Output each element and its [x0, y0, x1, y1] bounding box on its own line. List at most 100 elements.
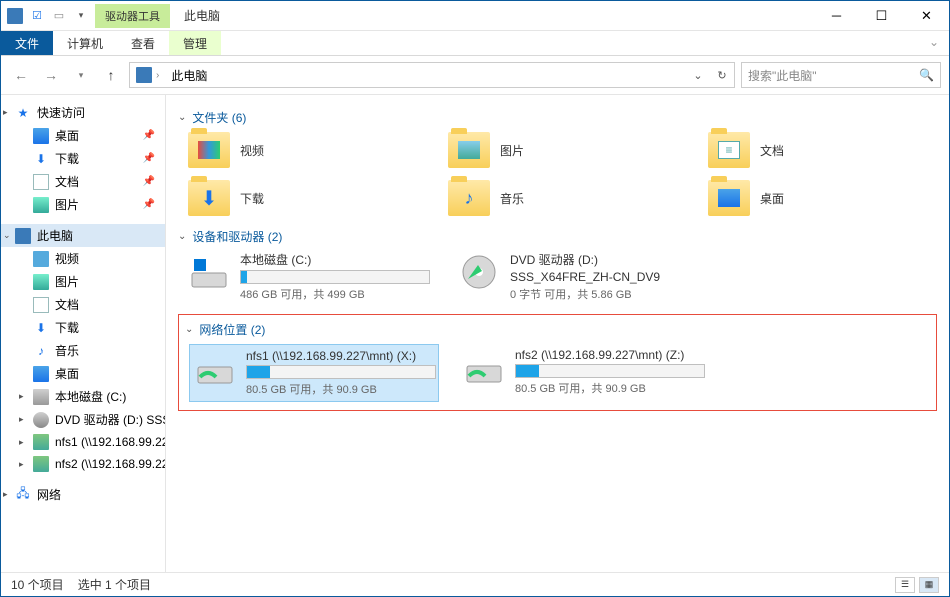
expand-ribbon-button[interactable]: ⌄: [919, 31, 949, 55]
close-button[interactable]: ✕: [904, 1, 949, 31]
storage-progress: [246, 365, 436, 379]
caret-icon[interactable]: ▸: [19, 459, 24, 470]
sidebar-item-documents[interactable]: 文档📌: [1, 170, 165, 193]
qat-newfolder-icon[interactable]: ▭: [51, 8, 67, 24]
caret-icon[interactable]: ▸: [3, 489, 8, 500]
document-icon: [33, 297, 49, 313]
sidebar-this-pc[interactable]: ⌄此电脑: [1, 224, 165, 247]
search-icon[interactable]: 🔍: [919, 68, 934, 82]
sidebar-quick-access[interactable]: ▸★快速访问: [1, 101, 165, 124]
sidebar-item-desktop2[interactable]: 桌面: [1, 362, 165, 385]
sidebar-item-documents2[interactable]: 文档: [1, 293, 165, 316]
sidebar-item-videos[interactable]: 视频: [1, 247, 165, 270]
sidebar-item-localdisk[interactable]: ▸本地磁盘 (C:): [1, 385, 165, 408]
network-drive-icon: [33, 434, 49, 450]
tiles-view-button[interactable]: ▦: [919, 577, 939, 593]
tab-file[interactable]: 文件: [1, 31, 53, 55]
sidebar-item-music[interactable]: ♪音乐: [1, 339, 165, 362]
status-bar: 10 个项目 选中 1 个项目 ☰ ▦: [1, 572, 949, 596]
up-button[interactable]: ↑: [99, 63, 123, 87]
chevron-down-icon: ⌄: [178, 112, 186, 123]
address-dropdown-button[interactable]: ⌄: [686, 63, 710, 87]
download-icon: ⬇: [33, 151, 49, 167]
folder-videos[interactable]: 视频: [188, 132, 408, 168]
network-drive-icon: [33, 456, 49, 472]
address-bar[interactable]: › 此电脑 ⌄ ↻: [129, 62, 735, 88]
folder-documents[interactable]: ≡文档: [708, 132, 928, 168]
qat-properties-icon[interactable]: ☑: [29, 8, 45, 24]
sidebar-item-dvd[interactable]: ▸DVD 驱动器 (D:) SSS_X64FRE_ZH-CN_DV9: [1, 408, 165, 431]
caret-icon[interactable]: ▸: [3, 107, 8, 118]
netdrive-nfs1[interactable]: nfs1 (\\192.168.99.227\mnt) (X:) 80.5 GB…: [189, 344, 439, 402]
pin-icon: 📌: [143, 153, 155, 164]
details-view-button[interactable]: ☰: [895, 577, 915, 593]
section-folders-header[interactable]: ⌄文件夹 (6): [178, 109, 937, 126]
sidebar-item-pictures[interactable]: 图片📌: [1, 193, 165, 216]
pc-icon: [15, 228, 31, 244]
network-drive-icon: [463, 348, 505, 390]
folder-desktop[interactable]: 桌面: [708, 180, 928, 216]
device-dvd[interactable]: DVD 驱动器 (D:) SSS_X64FRE_ZH-CN_DV9 0 字节 可…: [458, 251, 708, 302]
search-placeholder: 搜索"此电脑": [748, 67, 817, 84]
window-title: 此电脑: [170, 7, 234, 24]
pc-icon: [136, 67, 152, 83]
disk-icon: [188, 251, 230, 293]
section-devices-header[interactable]: ⌄设备和驱动器 (2): [178, 228, 937, 245]
contextual-tab-label: 驱动器工具: [95, 4, 170, 28]
recent-locations-button[interactable]: ▾: [69, 63, 93, 87]
video-icon: [33, 251, 49, 267]
qat-dropdown-icon[interactable]: ▾: [73, 8, 89, 24]
network-icon: 🖧: [15, 487, 31, 503]
folder-icon: [708, 180, 750, 216]
folder-pictures[interactable]: 图片: [448, 132, 668, 168]
forward-button[interactable]: →: [39, 63, 63, 87]
navigation-pane: ▸★快速访问 桌面📌 ⬇下载📌 文档📌 图片📌 ⌄此电脑 视频 图片 文档 ⬇下…: [1, 95, 166, 572]
network-drive-icon: [194, 349, 236, 391]
chevron-right-icon[interactable]: ›: [156, 70, 159, 81]
device-name2: SSS_X64FRE_ZH-CN_DV9: [510, 270, 708, 284]
sidebar-item-downloads2[interactable]: ⬇下载: [1, 316, 165, 339]
netdrive-sub: 80.5 GB 可用，共 90.9 GB: [246, 381, 436, 397]
star-icon: ★: [15, 105, 31, 121]
tab-view[interactable]: 查看: [117, 31, 169, 55]
desktop-icon: [33, 128, 49, 144]
breadcrumb[interactable]: 此电脑: [165, 67, 213, 84]
caret-icon[interactable]: ▸: [19, 391, 24, 402]
netdrive-nfs2[interactable]: nfs2 (\\192.168.99.227\mnt) (Z:) 80.5 GB…: [459, 344, 709, 402]
ribbon-tabs: 文件 计算机 查看 管理 ⌄: [1, 31, 949, 56]
device-sub: 0 字节 可用，共 5.86 GB: [510, 286, 708, 302]
section-netloc-header[interactable]: ⌄网络位置 (2): [185, 321, 930, 338]
dvd-icon: [33, 412, 49, 428]
search-input[interactable]: 搜索"此电脑" 🔍: [741, 62, 941, 88]
refresh-button[interactable]: ↻: [710, 63, 734, 87]
caret-icon[interactable]: ▸: [19, 437, 24, 448]
caret-icon[interactable]: ⌄: [3, 230, 11, 241]
sidebar-item-nfs1[interactable]: ▸nfs1 (\\192.168.99.227\mnt) (X:): [1, 431, 165, 453]
sidebar-item-nfs2[interactable]: ▸nfs2 (\\192.168.99.227\mnt) (Z:): [1, 453, 165, 475]
sidebar-item-pictures2[interactable]: 图片: [1, 270, 165, 293]
status-count: 10 个项目: [11, 576, 64, 593]
tab-manage[interactable]: 管理: [169, 31, 221, 55]
picture-icon: [33, 274, 49, 290]
folder-music[interactable]: ♪音乐: [448, 180, 668, 216]
folder-downloads[interactable]: ⬇下载: [188, 180, 408, 216]
download-icon: ⬇: [33, 320, 49, 336]
minimize-button[interactable]: ─: [814, 1, 859, 31]
folder-icon: [448, 132, 490, 168]
folder-icon: ♪: [448, 180, 490, 216]
dvd-icon: [458, 251, 500, 293]
folder-icon: ≡: [708, 132, 750, 168]
tab-computer[interactable]: 计算机: [53, 31, 117, 55]
music-icon: ♪: [33, 343, 49, 359]
sidebar-network[interactable]: ▸🖧网络: [1, 483, 165, 506]
device-local-disk[interactable]: 本地磁盘 (C:) 486 GB 可用，共 499 GB: [188, 251, 438, 302]
app-icon: [7, 8, 23, 24]
caret-icon[interactable]: ▸: [19, 414, 24, 425]
chevron-down-icon: ⌄: [185, 324, 193, 335]
disk-icon: [33, 389, 49, 405]
sidebar-item-downloads[interactable]: ⬇下载📌: [1, 147, 165, 170]
back-button[interactable]: ←: [9, 63, 33, 87]
maximize-button[interactable]: ☐: [859, 1, 904, 31]
folder-icon: [188, 132, 230, 168]
sidebar-item-desktop[interactable]: 桌面📌: [1, 124, 165, 147]
